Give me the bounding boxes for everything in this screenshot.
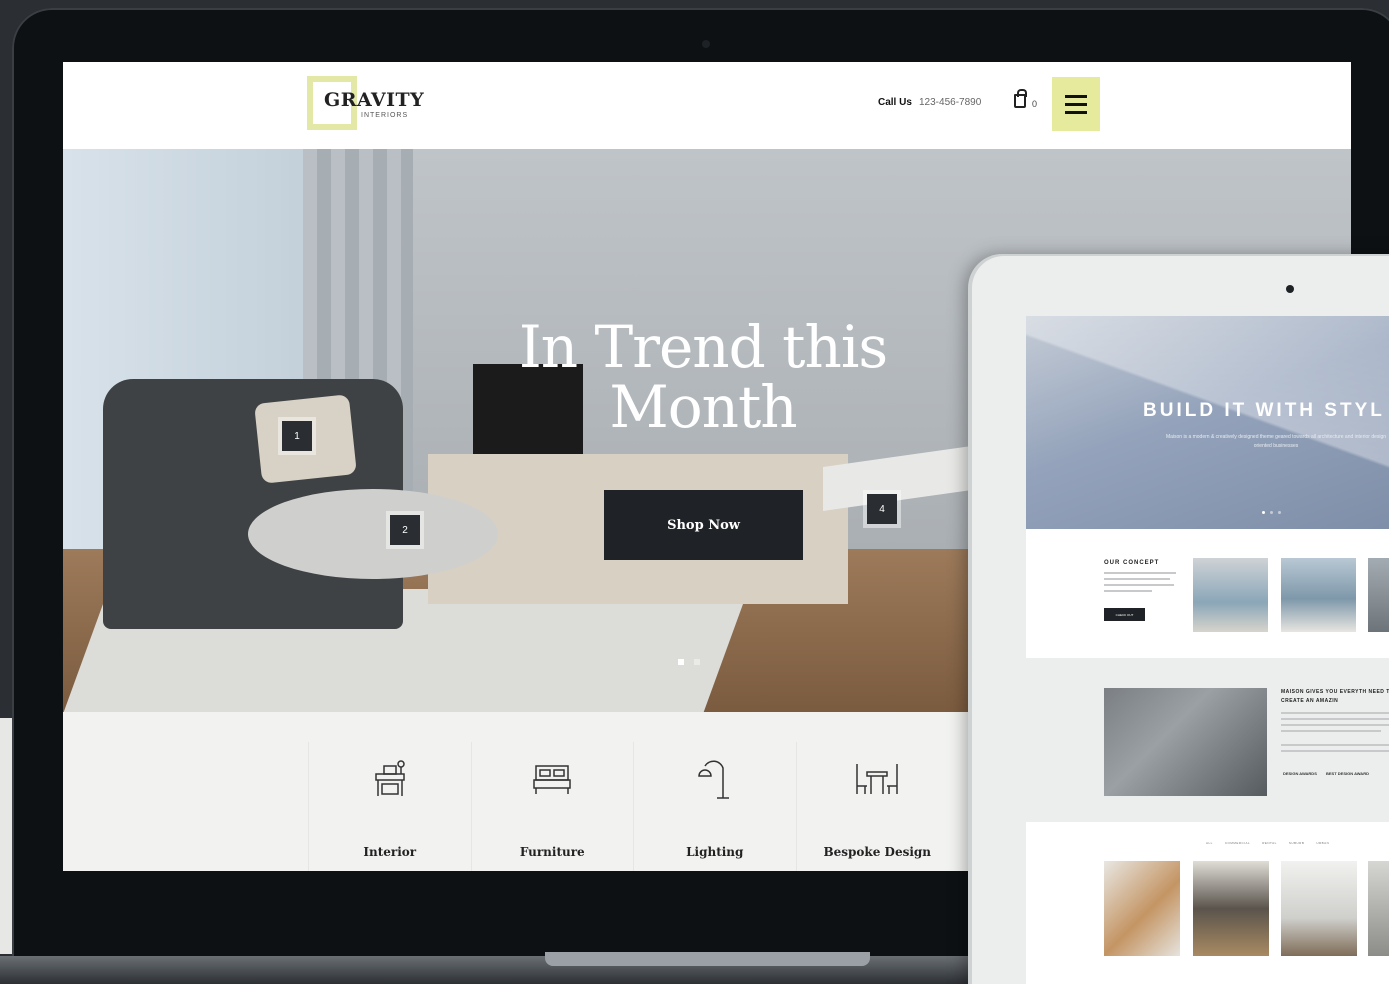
tablet-screen: BUILD IT WITH STYL Maison is a modern & … [1026,316,1389,984]
couple-photo [1104,688,1267,796]
category-bespoke-design[interactable]: Bespoke Design [795,742,959,871]
shopping-bag-icon[interactable] [1014,89,1027,108]
category-interior[interactable]: Interior [308,742,471,871]
filter-all[interactable]: ALL [1206,841,1213,845]
text-line [1281,730,1381,732]
interior-icon [375,760,405,796]
category-row: Interior Furniture Lighting Bespoke Desi… [308,742,958,871]
portfolio-photo[interactable] [1368,861,1389,956]
category-label: Interior [363,845,417,859]
tablet-hero-skylight [1026,316,1389,529]
portfolio-photo[interactable] [1281,861,1357,956]
concept-thumb[interactable] [1193,558,1268,632]
logo-subtitle: INTERIORS [361,112,409,119]
bed-icon [533,765,571,794]
phone-number[interactable]: 123-456-7890 [919,97,981,108]
text-line [1104,572,1176,574]
call-label: Call Us [878,97,912,108]
chairs-table-icon [856,764,898,794]
hotspot-4[interactable]: 4 [863,490,901,528]
laptop-camera [702,40,710,48]
hotspot-1[interactable]: 1 [278,417,316,455]
maison-title: MAISON GIVES YOU EVERYTH NEED TO CREATE … [1281,689,1389,704]
background-light [0,718,12,954]
tablet-hero: BUILD IT WITH STYL Maison is a modern & … [1026,316,1389,529]
tablet-dot[interactable] [1262,511,1265,514]
text-line [1104,590,1152,592]
concept-title: OUR CONCEPT [1104,560,1160,566]
filter-urban[interactable]: URBAN [1316,841,1329,845]
tablet-dot[interactable] [1270,511,1273,514]
category-furniture[interactable]: Furniture [470,742,634,871]
text-line [1104,578,1170,580]
text-line [1281,718,1389,720]
slider-dots [678,659,700,665]
menu-bar [1065,102,1087,106]
shop-now-button[interactable]: Shop Now [604,490,803,560]
concept-thumb[interactable] [1368,558,1389,632]
text-line [1281,744,1389,746]
text-line [1281,712,1389,714]
portfolio-photo[interactable] [1193,861,1269,956]
tablet-slider-dots [1262,511,1281,514]
hotspot-2[interactable]: 2 [386,511,424,549]
laptop-notch [545,952,870,966]
lamp-icon [697,760,729,799]
tablet-camera [1286,285,1294,293]
text-line [1281,750,1389,752]
slider-dot-active[interactable] [678,659,684,665]
category-lighting[interactable]: Lighting [633,742,796,871]
text-line [1104,584,1174,586]
filter-rental[interactable]: RENTAL [1262,841,1277,845]
award-badge: DESIGN AWARDS [1283,771,1317,776]
check-out-button[interactable]: CHECK OUT [1104,608,1145,621]
tablet-hero-text: Maison is a modern & creatively designed… [1165,434,1387,449]
filter-suburb[interactable]: SUBURB [1289,841,1305,845]
filter-commercial[interactable]: COMMERCIAL [1225,841,1250,845]
menu-bar [1065,94,1087,98]
menu-bar [1065,110,1087,114]
tablet-dot[interactable] [1278,511,1281,514]
concept-thumb[interactable] [1281,558,1356,632]
slider-dot[interactable] [694,659,700,665]
hamburger-menu-button[interactable] [1052,77,1100,131]
category-label: Furniture [519,845,585,859]
category-label: Lighting [686,845,744,859]
site-header: GRAVITY INTERIORS Call Us 123-456-7890 0 [63,62,1351,149]
cart-count: 0 [1032,99,1038,109]
tablet-hero-title: BUILD IT WITH STYL [1143,400,1385,421]
tablet-frame: BUILD IT WITH STYL Maison is a modern & … [972,256,1389,984]
portfolio-photo[interactable] [1104,861,1180,956]
text-line [1281,724,1389,726]
hero-title: In Trend this Month [518,313,888,441]
logo-name[interactable]: GRAVITY [324,89,424,111]
hero-table [248,489,498,579]
portfolio-filters: ALL COMMERCIAL RENTAL SUBURB URBAN [1206,841,1329,845]
award-badge: BEST DESIGN AWARD [1326,771,1369,776]
category-label: Bespoke Design [823,845,932,859]
